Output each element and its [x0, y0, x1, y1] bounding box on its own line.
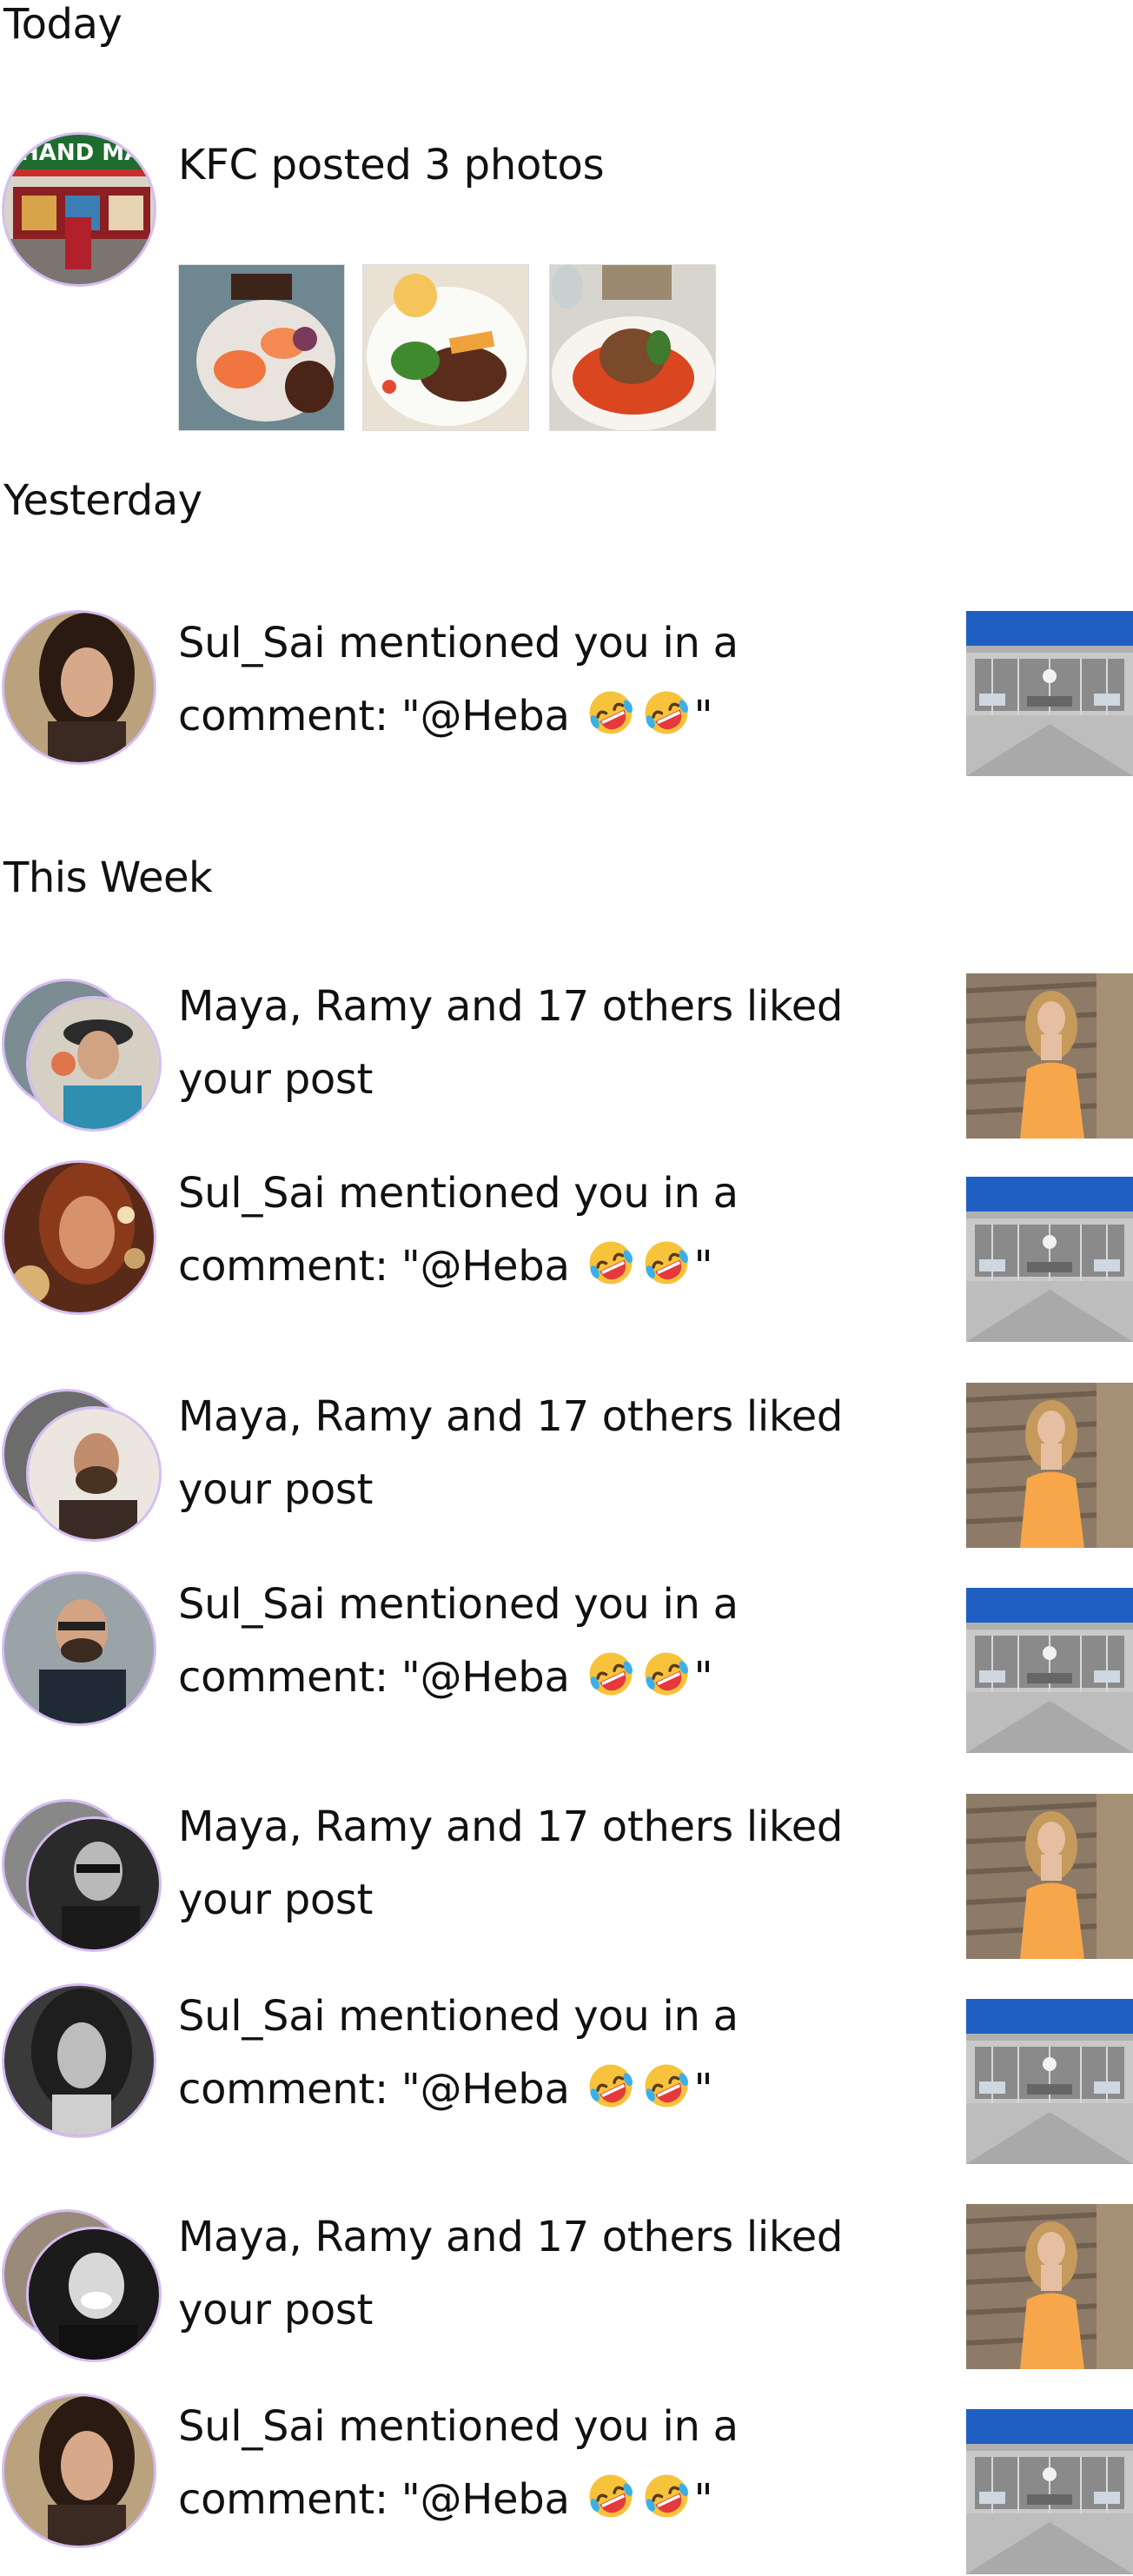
- rolling-laughing-emoji-icon: [642, 1650, 691, 1698]
- avatar-front: [26, 1406, 162, 1542]
- post-thumbnail[interactable]: [966, 973, 1133, 1139]
- notification-kfc[interactable]: HAND MA KFC posted 3 photos: [0, 130, 1133, 431]
- rolling-laughing-emoji-icon: [642, 688, 691, 737]
- notification-line-1: Sul_Sai mentioned you in a: [178, 619, 739, 667]
- notification-text: Sul_Sai mentioned you in a comment: "@He…: [178, 1157, 739, 1303]
- avatar-front: [26, 2227, 162, 2362]
- notification-mention[interactable]: Sul_Sai mentioned you in a comment: "@He…: [0, 1159, 1133, 1332]
- notification-line-2: comment: "@Heba: [178, 1242, 570, 1291]
- notification-likes[interactable]: Maya, Ramy and 17 others liked your post: [0, 972, 1133, 1145]
- post-thumbnail[interactable]: [966, 1383, 1133, 1548]
- notification-text: Sul_Sai mentioned you in a comment: "@He…: [178, 607, 739, 753]
- notification-text: Maya, Ramy and 17 others liked your post: [178, 1380, 843, 1526]
- avatar[interactable]: [2, 1983, 156, 2138]
- notification-line-2: your post: [178, 1876, 374, 1924]
- post-photo-1[interactable]: [178, 264, 345, 431]
- post-photo-3[interactable]: [549, 264, 716, 431]
- notification-line-1: Sul_Sai mentioned you in a: [178, 1992, 739, 2041]
- rolling-laughing-emoji-icon: [586, 1650, 635, 1698]
- section-title-today: Today: [3, 0, 123, 49]
- notification-line-1: Sul_Sai mentioned you in a: [178, 2402, 739, 2451]
- notification-likes[interactable]: Maya, Ramy and 17 others liked your post: [0, 1382, 1133, 1556]
- notification-text: Maya, Ramy and 17 others liked your post: [178, 970, 843, 1116]
- rolling-laughing-emoji-icon: [586, 1238, 635, 1287]
- avatar[interactable]: [2, 1571, 156, 1726]
- rolling-laughing-emoji-icon: [642, 2061, 691, 2110]
- post-thumbnail[interactable]: [966, 1999, 1133, 2164]
- rolling-laughing-emoji-icon: [586, 688, 635, 737]
- avatar-stack[interactable]: [2, 2209, 162, 2364]
- post-photo-2[interactable]: [362, 264, 529, 431]
- notification-text: Maya, Ramy and 17 others liked your post: [178, 1790, 843, 1936]
- notification-line-2: comment: "@Heba: [178, 2475, 570, 2524]
- quote-end: ": [693, 692, 713, 740]
- rolling-laughing-emoji-icon: [642, 2472, 691, 2520]
- rolling-laughing-emoji-icon: [642, 1238, 691, 1287]
- section-title-yesterday: Yesterday: [3, 476, 202, 525]
- post-thumbnail[interactable]: [966, 1588, 1133, 1753]
- notification-text: KFC posted 3 photos: [178, 141, 605, 189]
- notification-line-1: Sul_Sai mentioned you in a: [178, 1580, 739, 1629]
- avatar-front: [26, 996, 162, 1132]
- notification-mention[interactable]: Sul_Sai mentioned you in a comment: "@He…: [0, 1570, 1133, 1743]
- notification-line-1: Maya, Ramy and 17 others liked: [178, 1803, 844, 1851]
- notification-line-2: your post: [178, 1055, 374, 1104]
- notification-likes[interactable]: Maya, Ramy and 17 others liked your post: [0, 1792, 1133, 1966]
- notification-line-2: comment: "@Heba: [178, 2065, 570, 2114]
- post-thumbnail[interactable]: [966, 611, 1133, 776]
- notification-line-2: comment: "@Heba: [178, 692, 570, 740]
- quote-end: ": [693, 2475, 713, 2524]
- notification-line-1: Maya, Ramy and 17 others liked: [178, 1392, 844, 1441]
- notification-mention[interactable]: Sul_Sai mentioned you in a comment: "@He…: [0, 1982, 1133, 2155]
- notification-text: Sul_Sai mentioned you in a comment: "@He…: [178, 2390, 739, 2536]
- notification-line-1: Maya, Ramy and 17 others liked: [178, 2213, 844, 2261]
- avatar-stack[interactable]: [2, 1799, 162, 1954]
- notification-text: Sul_Sai mentioned you in a comment: "@He…: [178, 1568, 739, 1714]
- store-sign: HAND MA: [20, 140, 142, 166]
- post-thumbnail[interactable]: [966, 2204, 1133, 2369]
- notification-line-2: your post: [178, 2286, 374, 2334]
- notification-likes[interactable]: Maya, Ramy and 17 others liked your post: [0, 2202, 1133, 2376]
- post-thumbnail[interactable]: [966, 1177, 1133, 1342]
- notification-text: Sul_Sai mentioned you in a comment: "@He…: [178, 1980, 739, 2126]
- avatar-stack[interactable]: [2, 979, 162, 1133]
- avatar-front: [26, 1816, 162, 1952]
- avatar[interactable]: [2, 1160, 156, 1315]
- avatar-stack[interactable]: [2, 1389, 162, 1544]
- notification-line-1: Maya, Ramy and 17 others liked: [178, 982, 844, 1031]
- avatar[interactable]: [2, 2393, 156, 2548]
- quote-end: ": [693, 2065, 713, 2114]
- post-thumbnail[interactable]: [966, 2409, 1133, 2574]
- quote-end: ": [693, 1242, 713, 1291]
- rolling-laughing-emoji-icon: [586, 2061, 635, 2110]
- post-thumbnail[interactable]: [966, 1794, 1133, 1959]
- notification-line-2: comment: "@Heba: [178, 1653, 570, 1702]
- notification-mention[interactable]: Sul_Sai mentioned you in a comment: "@He…: [0, 2392, 1133, 2566]
- notification-line-2: your post: [178, 1465, 374, 1514]
- quote-end: ": [693, 1653, 713, 1702]
- rolling-laughing-emoji-icon: [586, 2472, 635, 2520]
- notification-line-1: Sul_Sai mentioned you in a: [178, 1169, 739, 1218]
- notification-text: Maya, Ramy and 17 others liked your post: [178, 2201, 843, 2347]
- avatar[interactable]: [2, 610, 156, 765]
- notification-mention[interactable]: Sul_Sai mentioned you in a comment: "@He…: [0, 608, 1133, 782]
- section-title-this-week: This Week: [3, 853, 213, 902]
- avatar[interactable]: HAND MA: [2, 132, 156, 287]
